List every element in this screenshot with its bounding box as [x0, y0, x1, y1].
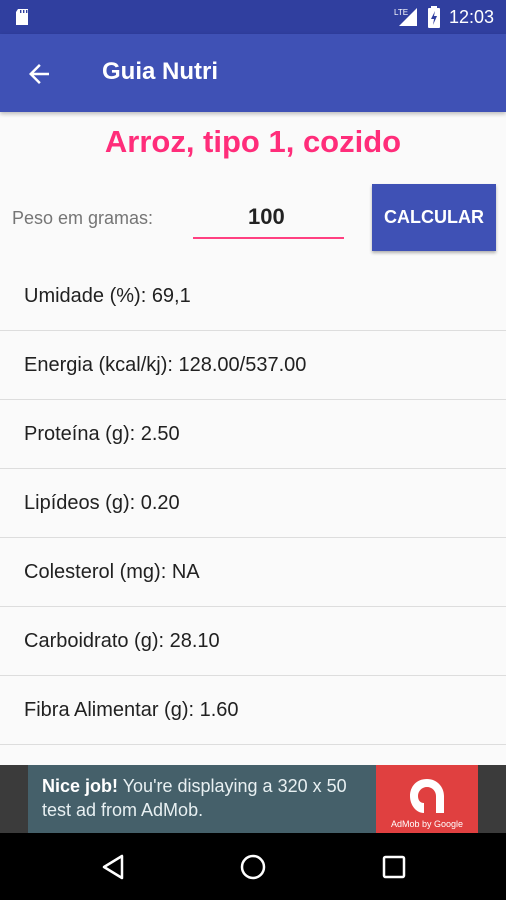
nav-home-icon[interactable] [237, 851, 269, 883]
nutrient-carbohydrate: Carboidrato (g): 28.10 [0, 607, 506, 676]
nutrient-cholesterol: Colesterol (mg): NA [0, 538, 506, 607]
ad-headline: Nice job! [42, 776, 119, 796]
nutrient-protein: Proteína (g): 2.50 [0, 400, 506, 469]
ad-text: Nice job! You're displaying a 320 x 50 t… [42, 774, 372, 822]
signal-icon: LTE [394, 8, 417, 26]
sd-card-icon [16, 9, 28, 25]
admob-badge-label: AdMob by Google [390, 819, 464, 829]
status-time: 12:03 [448, 6, 494, 27]
status-bar: LTE 12:03 [0, 0, 506, 34]
nutrient-lipids: Lipídeos (g): 0.20 [0, 469, 506, 538]
app-bar: Guia Nutri [0, 34, 506, 112]
nutrient-list: Umidade (%): 69,1 Energia (kcal/kj): 128… [0, 262, 506, 745]
battery-charging-icon [427, 6, 440, 28]
weight-label: Peso em gramas: [12, 208, 154, 228]
nutrient-moisture: Umidade (%): 69,1 [0, 262, 506, 331]
nutrient-energy: Energia (kcal/kj): 128.00/537.00 [0, 331, 506, 400]
calculate-button[interactable]: CALCULAR [372, 184, 496, 251]
ad-banner[interactable]: Nice job! You're displaying a 320 x 50 t… [0, 765, 506, 833]
app-title: Guia Nutri [102, 58, 219, 85]
admob-badge[interactable]: AdMob by Google [376, 765, 478, 833]
nutrient-fiber: Fibra Alimentar (g): 1.60 [0, 676, 506, 745]
svg-text:LTE: LTE [394, 8, 408, 17]
weight-input[interactable] [193, 196, 344, 239]
navigation-bar [0, 833, 506, 900]
ad-content[interactable]: Nice job! You're displaying a 320 x 50 t… [28, 765, 478, 833]
nav-back-icon[interactable] [98, 851, 130, 883]
nav-recents-icon[interactable] [378, 851, 410, 883]
arrow-back-icon[interactable] [24, 59, 54, 89]
food-title: Arroz, tipo 1, cozido [104, 124, 402, 159]
